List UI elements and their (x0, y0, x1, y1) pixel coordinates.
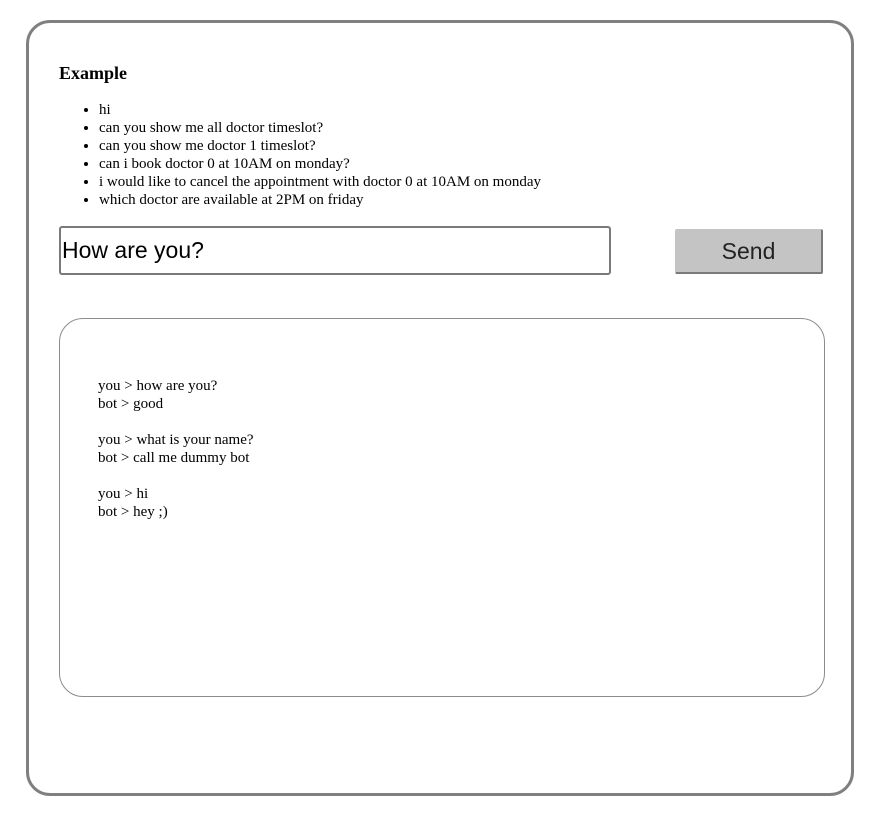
examples-list: hi can you show me all doctor timeslot? … (59, 101, 541, 209)
chat-exchange: you > what is your name? bot > call me d… (98, 431, 254, 467)
user-message: you > how are you? (98, 378, 218, 394)
user-message: you > hi (98, 486, 149, 502)
example-item: hi (99, 101, 541, 119)
example-item: can i book doctor 0 at 10AM on monday? (99, 155, 541, 173)
example-item: can you show me doctor 1 timeslot? (99, 137, 541, 155)
example-item: i would like to cancel the appointment w… (99, 173, 541, 191)
user-message: you > what is your name? (98, 432, 254, 448)
message-input[interactable] (59, 226, 611, 275)
bot-message: bot > good (98, 396, 164, 412)
chat-exchange: you > how are you? bot > good (98, 377, 254, 413)
examples-heading: Example (59, 63, 128, 83)
example-item: can you show me all doctor timeslot? (99, 119, 541, 137)
send-button[interactable]: Send (675, 229, 823, 274)
bot-message: bot > call me dummy bot (98, 450, 250, 466)
chat-exchange: you > hi bot > hey ;) (98, 485, 254, 521)
bot-message: bot > hey ;) (98, 504, 168, 520)
chat-messages: you > how are you? bot > good you > what… (98, 377, 254, 539)
example-item: which doctor are available at 2PM on fri… (99, 191, 541, 209)
